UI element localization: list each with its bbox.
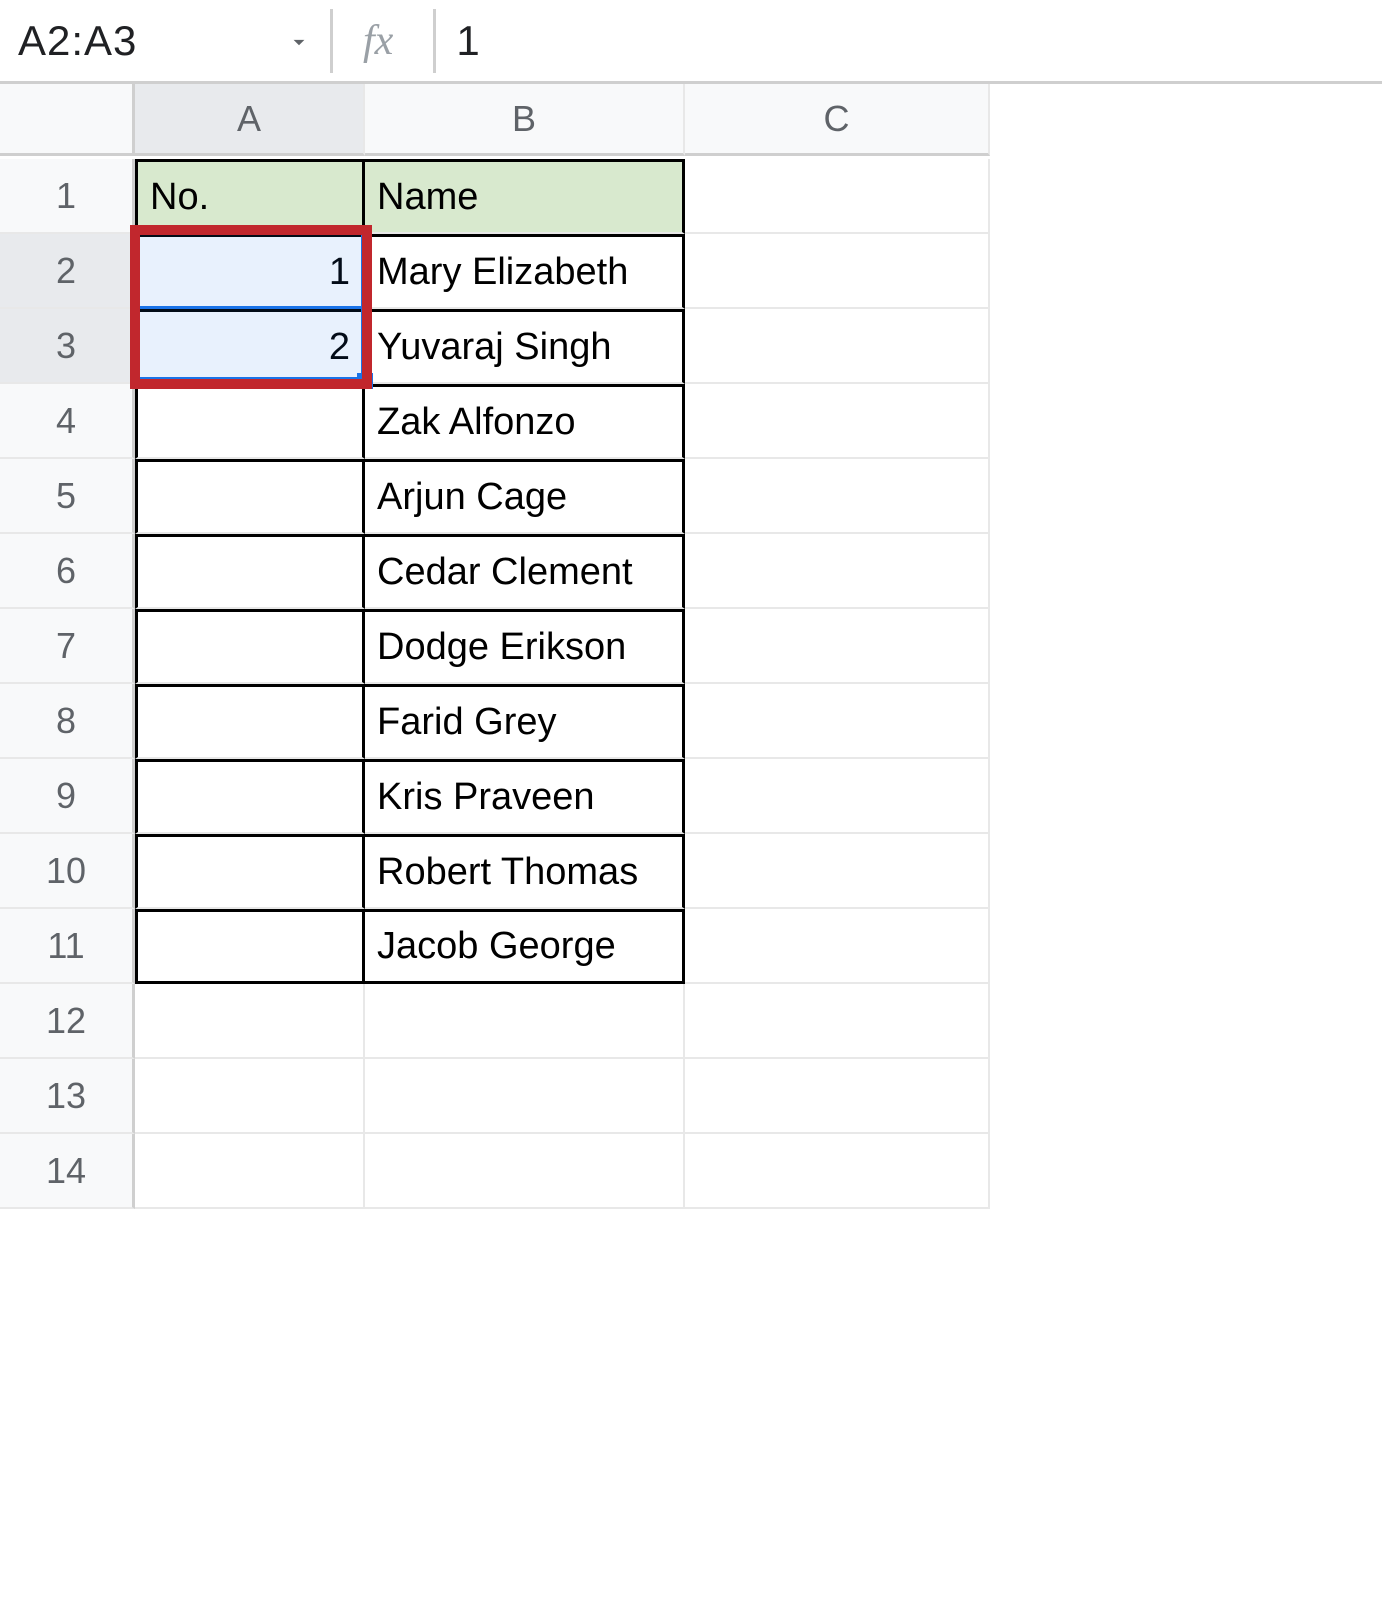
cell-A3[interactable]: 2 [135,309,365,384]
fx-label: fx [333,17,433,65]
cell-A6[interactable] [135,534,365,609]
cell-A7[interactable] [135,609,365,684]
chevron-down-icon[interactable] [286,17,312,65]
cell-C8[interactable] [685,684,990,759]
cell-A1[interactable]: No. [135,159,365,234]
cell-C3[interactable] [685,309,990,384]
col-header-C[interactable]: C [685,84,990,156]
row-header-9[interactable]: 9 [0,759,135,834]
cell-B14[interactable] [365,1134,685,1209]
row-header-14[interactable]: 14 [0,1134,135,1209]
row-header-6[interactable]: 6 [0,534,135,609]
cell-B12[interactable] [365,984,685,1059]
row-header-3[interactable]: 3 [0,309,135,384]
cell-B9[interactable]: Kris Praveen [365,759,685,834]
cell-C12[interactable] [685,984,990,1059]
cell-A9[interactable] [135,759,365,834]
cell-B11[interactable]: Jacob George [365,909,685,984]
row-header-1[interactable]: 1 [0,159,135,234]
cell-B8[interactable]: Farid Grey [365,684,685,759]
cell-A10[interactable] [135,834,365,909]
row-header-2[interactable]: 2 [0,234,135,309]
row-header-8[interactable]: 8 [0,684,135,759]
cell-A13[interactable] [135,1059,365,1134]
name-box-value: A2:A3 [18,17,137,65]
cell-B1[interactable]: Name [365,159,685,234]
row-header-13[interactable]: 13 [0,1059,135,1134]
formula-input[interactable]: 1 [436,17,479,65]
cell-C13[interactable] [685,1059,990,1134]
cell-C5[interactable] [685,459,990,534]
cell-B13[interactable] [365,1059,685,1134]
spreadsheet-grid[interactable]: A B C 1 No. Name 2 1 Mary Elizabeth 3 2 … [0,84,1382,1209]
row-header-7[interactable]: 7 [0,609,135,684]
cell-C6[interactable] [685,534,990,609]
cell-B7[interactable]: Dodge Erikson [365,609,685,684]
cell-B6[interactable]: Cedar Clement [365,534,685,609]
cell-B4[interactable]: Zak Alfonzo [365,384,685,459]
cell-B5[interactable]: Arjun Cage [365,459,685,534]
cell-C4[interactable] [685,384,990,459]
cell-B10[interactable]: Robert Thomas [365,834,685,909]
cell-B2[interactable]: Mary Elizabeth [365,234,685,309]
cell-C10[interactable] [685,834,990,909]
cell-A11[interactable] [135,909,365,984]
cell-C1[interactable] [685,159,990,234]
cell-C2[interactable] [685,234,990,309]
cell-A12[interactable] [135,984,365,1059]
row-header-11[interactable]: 11 [0,909,135,984]
formula-bar: A2:A3 fx 1 [0,0,1382,84]
cell-A14[interactable] [135,1134,365,1209]
cell-C14[interactable] [685,1134,990,1209]
row-header-4[interactable]: 4 [0,384,135,459]
cell-C9[interactable] [685,759,990,834]
cell-A2[interactable]: 1 [135,234,365,309]
col-header-B[interactable]: B [365,84,685,156]
cell-A8[interactable] [135,684,365,759]
cell-C11[interactable] [685,909,990,984]
col-header-A[interactable]: A [135,84,365,156]
row-header-10[interactable]: 10 [0,834,135,909]
select-all-corner[interactable] [0,84,135,156]
name-box[interactable]: A2:A3 [0,17,330,65]
cell-A5[interactable] [135,459,365,534]
row-header-5[interactable]: 5 [0,459,135,534]
cell-C7[interactable] [685,609,990,684]
row-header-12[interactable]: 12 [0,984,135,1059]
cell-A4[interactable] [135,384,365,459]
cell-B3[interactable]: Yuvaraj Singh [365,309,685,384]
